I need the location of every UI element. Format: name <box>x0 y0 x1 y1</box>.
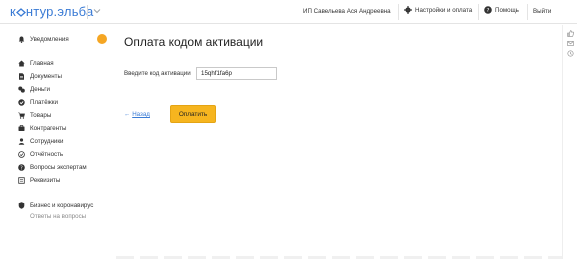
gear-icon <box>404 6 412 14</box>
sidebar-item-goods[interactable]: Товары <box>18 112 51 119</box>
sidebar-item-label: Реквизиты <box>30 177 61 184</box>
user-name[interactable]: ИП Савельева Ася Андреевна <box>303 8 391 15</box>
sidebar-item-label: Сотрудники <box>30 138 64 145</box>
sidebar-item-business-coronavirus[interactable]: Бизнес и коронавирус <box>18 202 93 209</box>
settings-label: Настройки и оплата <box>415 6 473 14</box>
thumbs-up-icon[interactable] <box>567 30 574 37</box>
divider <box>478 4 479 20</box>
sidebar-item-label: Деньги <box>30 86 50 93</box>
history-icon[interactable] <box>567 50 574 57</box>
svg-text:?: ? <box>20 165 23 171</box>
sidebar-item-label: Контрагенты <box>30 125 67 132</box>
back-link[interactable]: ← Назад <box>124 111 150 118</box>
sidebar-item-sublabel[interactable]: Ответы на вопросы <box>30 213 86 220</box>
page-title: Оплата кодом активации <box>124 35 264 49</box>
top-bar: к нтур.эльба ИП Савельева Ася Андреевна Н… <box>0 0 577 24</box>
sidebar-item-label: Уведомления <box>30 36 69 43</box>
sidebar-item-label: Вопросы экспертам <box>30 164 87 171</box>
logo-divider <box>87 5 88 19</box>
activation-code-input[interactable] <box>196 67 277 80</box>
money-icon <box>18 86 25 93</box>
sidebar-item-label: Главная <box>30 60 54 67</box>
chevron-down-icon[interactable] <box>92 6 102 16</box>
sidebar-item-label: Документы <box>30 73 62 80</box>
sidebar-item-notifications[interactable]: Уведомления <box>18 36 69 43</box>
logo[interactable]: к нтур.эльба <box>10 4 93 19</box>
help-label: Помощь <box>495 6 519 14</box>
logo-ring-icon <box>15 8 26 17</box>
sidebar-item-label: Бизнес и коронавирус <box>30 202 94 209</box>
back-label: Назад <box>132 111 150 118</box>
sidebar: Уведомления Главная Документы Деньги Пла… <box>0 25 116 259</box>
arrow-left-icon: ← <box>124 111 131 118</box>
sidebar-item-label: Платёжки <box>30 99 58 106</box>
cart-icon <box>18 112 25 119</box>
sidebar-item-requisites[interactable]: Реквизиты <box>18 177 60 184</box>
sidebar-item-employees[interactable]: Сотрудники <box>18 138 64 145</box>
logo-product: эльба <box>57 4 94 19</box>
sidebar-item-payments[interactable]: Платёжки <box>18 99 58 106</box>
help-icon: ? <box>484 6 492 14</box>
pay-button[interactable]: Оплатить <box>170 105 216 123</box>
notification-badge <box>97 34 107 44</box>
activation-code-label: Введите код активации <box>124 70 191 77</box>
main-content: Оплата кодом активации Введите код актив… <box>116 25 562 259</box>
help-link[interactable]: ? Помощь <box>484 6 519 14</box>
bell-icon <box>18 36 25 43</box>
payment-icon <box>18 99 25 106</box>
employees-icon <box>18 138 25 145</box>
sidebar-item-label: Товары <box>30 112 52 119</box>
sidebar-item-reports[interactable]: Отчётность <box>18 151 63 158</box>
svg-text:?: ? <box>487 8 490 14</box>
sidebar-item-experts[interactable]: ? Вопросы экспертам <box>18 164 87 171</box>
right-rail <box>562 25 577 259</box>
requisites-icon <box>18 177 25 184</box>
reports-icon <box>18 151 25 158</box>
home-icon <box>18 60 25 67</box>
sidebar-item-label: Отчётность <box>30 151 64 158</box>
settings-link[interactable]: Настройки и оплата <box>404 6 472 14</box>
sidebar-item-documents[interactable]: Документы <box>18 73 62 80</box>
divider <box>527 4 528 20</box>
sidebar-item-contractors[interactable]: Контрагенты <box>18 125 66 132</box>
mail-icon[interactable] <box>567 40 574 47</box>
shield-icon <box>18 202 25 209</box>
exit-link[interactable]: Выйти <box>533 8 551 15</box>
contractors-icon <box>18 125 25 132</box>
sidebar-item-home[interactable]: Главная <box>18 60 54 67</box>
logo-text: нтур. <box>25 4 58 19</box>
question-icon: ? <box>18 164 25 171</box>
document-icon <box>18 73 25 80</box>
sidebar-item-money[interactable]: Деньги <box>18 86 50 93</box>
divider <box>398 4 399 20</box>
